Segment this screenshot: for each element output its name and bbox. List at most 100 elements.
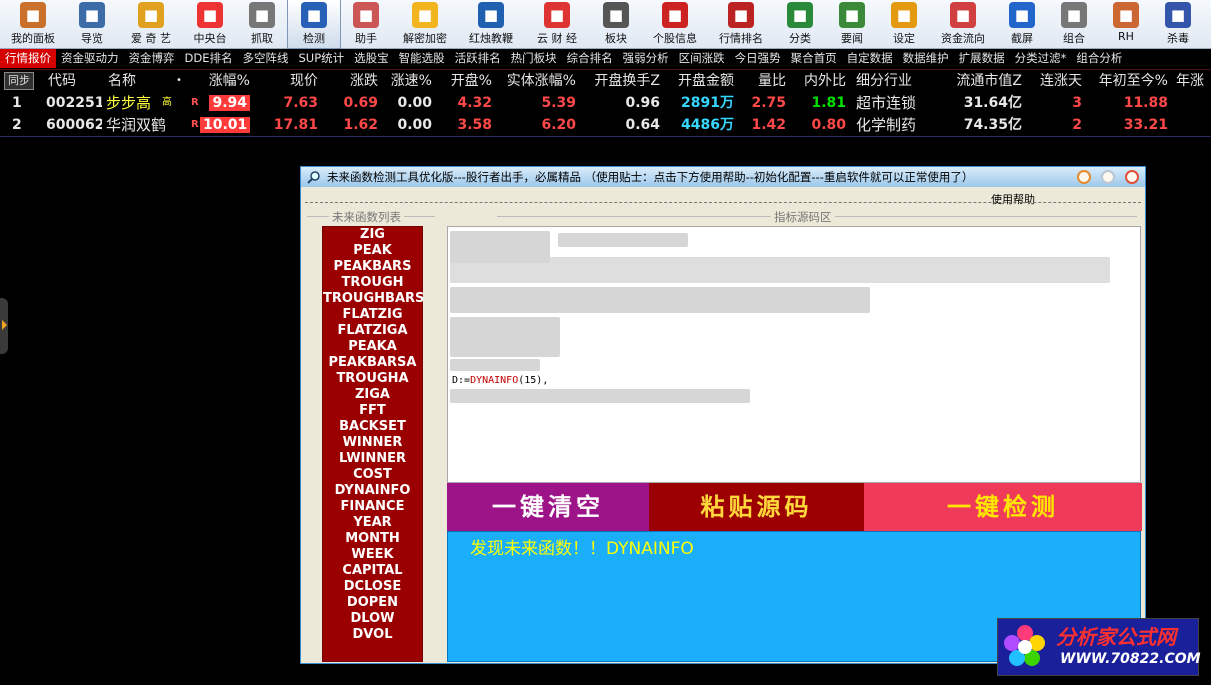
table-row[interactable]: 2 600062 华润双鹤 R 10.01 17.81 1.62 0.00 3.…	[0, 114, 1211, 137]
function-list-item[interactable]: TROUGH	[323, 275, 422, 291]
header-change[interactable]: 涨跌	[318, 70, 378, 92]
tab-3[interactable]: DDE排名	[180, 49, 238, 68]
header-open-pct[interactable]: 开盘%	[432, 70, 492, 92]
table-row[interactable]: 1 002251 步步高 高 R 9.94 7.63 0.69 0.00 4.3…	[0, 92, 1211, 115]
tab-6[interactable]: 选股宝	[349, 49, 394, 68]
maximize-icon[interactable]	[1101, 170, 1115, 184]
header-year[interactable]: 年涨	[1176, 70, 1211, 92]
toolbar-item-rh[interactable]: ■ RH	[1100, 0, 1152, 48]
function-list-item[interactable]: TROUGHBARS	[323, 291, 424, 307]
header-body-pct[interactable]: 实体涨幅%	[492, 70, 576, 92]
tab-18[interactable]: 分类过滤*	[1010, 49, 1072, 68]
dialog-titlebar[interactable]: 未来函数检测工具优化版---股行者出手，必属精品 （使用贴士：点击下方使用帮助-…	[301, 167, 1145, 187]
function-list-item[interactable]: PEAKBARSA	[323, 355, 422, 371]
function-list-item[interactable]: LWINNER	[323, 451, 422, 467]
function-list-item[interactable]: DCLOSE	[323, 579, 422, 595]
header-name[interactable]: 名称	[108, 70, 152, 92]
function-list-item[interactable]: COST	[323, 467, 422, 483]
header-code[interactable]: 代码	[48, 70, 88, 92]
toolbar-item-news[interactable]: ■ 个股信息	[642, 0, 708, 48]
toolbar-item-clock[interactable]: ■ 设定	[878, 0, 930, 48]
side-panel-toggle[interactable]	[0, 298, 8, 354]
tab-14[interactable]: 聚合首页	[786, 49, 842, 68]
help-link[interactable]: 使用帮助	[991, 191, 1035, 207]
header-float-cap[interactable]: 流通市值Z	[936, 70, 1022, 92]
header-speed[interactable]: 涨速%	[378, 70, 432, 92]
toolbar-item-money[interactable]: ■ 要闻	[826, 0, 878, 48]
tab-1[interactable]: 资金驱动力	[56, 49, 124, 68]
function-list-item[interactable]: CAPITAL	[323, 563, 422, 579]
tab-16[interactable]: 数据维护	[898, 49, 954, 68]
function-list-item[interactable]: FLATZIGA	[323, 323, 422, 339]
function-list-item[interactable]: YEAR	[323, 515, 422, 531]
function-list-item[interactable]: MONTH	[323, 531, 422, 547]
function-list-item[interactable]: PEAK	[323, 243, 422, 259]
header-open-amount[interactable]: 开盘金额	[660, 70, 734, 92]
tab-19[interactable]: 组合分析	[1071, 49, 1127, 68]
tab-15[interactable]: 自定数据	[842, 49, 898, 68]
function-list-item[interactable]: BACKSET	[323, 419, 422, 435]
function-list-item[interactable]: FINANCE	[323, 499, 422, 515]
tab-13[interactable]: 今日强势	[730, 49, 786, 68]
speed-cell: 0.00	[397, 117, 432, 133]
toolbar-item-person[interactable]: ■ 爱 奇 艺	[118, 0, 184, 48]
function-list-item[interactable]: ZIG	[323, 227, 422, 243]
sync-button[interactable]: 同步	[4, 72, 34, 90]
header-vol-ratio[interactable]: 量比	[734, 70, 786, 92]
tab-17[interactable]: 扩展数据	[954, 49, 1010, 68]
detect-button[interactable]: 一键检测	[864, 483, 1142, 531]
header-price[interactable]: 现价	[252, 70, 318, 92]
function-list-item[interactable]: DOPEN	[323, 595, 422, 611]
toolbar-item-cart[interactable]: ■ 截屏	[996, 0, 1048, 48]
toolbar-item-detect[interactable]: ■ 检测	[287, 0, 341, 49]
toolbar-item-helper[interactable]: ■ 助手	[340, 0, 392, 48]
header-industry[interactable]: 细分行业	[856, 70, 936, 92]
tab-7[interactable]: 智能选股	[394, 49, 450, 68]
tab-5[interactable]: SUP统计	[293, 49, 349, 68]
function-list-item[interactable]: DYNAINFO	[323, 483, 422, 499]
toolbar-item-antivirus[interactable]: ■ 杀毒	[1152, 0, 1204, 48]
function-list-item[interactable]: TROUGHA	[323, 371, 422, 387]
header-ytd[interactable]: 年初至今%	[1082, 70, 1168, 92]
function-list-item[interactable]: DLOW	[323, 611, 422, 627]
tab-11[interactable]: 强弱分析	[618, 49, 674, 68]
toolbar-item-chart[interactable]: ■ 云 财 经	[524, 0, 590, 48]
function-list[interactable]: ZIG PEAK PEAKBARS TROUGH TROUGHBARS FLATZIG FL…	[322, 226, 424, 662]
tab-10[interactable]: 综合排名	[562, 49, 618, 68]
minimize-icon[interactable]	[1077, 170, 1091, 184]
toolbar-item-smiley[interactable]: ■ 解密加密	[392, 0, 458, 48]
function-list-item[interactable]: ZIGA	[323, 387, 422, 403]
function-list-item[interactable]: WINNER	[323, 435, 422, 451]
toolbar-item-category[interactable]: ■ 分类	[774, 0, 826, 48]
paste-source-button[interactable]: 粘贴源码	[649, 483, 864, 531]
tab-12[interactable]: 区间涨跌	[674, 49, 730, 68]
function-list-item[interactable]: WEEK	[323, 547, 422, 563]
header-up-days[interactable]: 连涨天	[1022, 70, 1082, 92]
function-list-item[interactable]: PEAKBARS	[323, 259, 422, 275]
clear-button[interactable]: 一键清空	[447, 483, 649, 531]
tab-8[interactable]: 活跃排名	[450, 49, 506, 68]
function-list-item[interactable]: FFT	[323, 403, 422, 419]
toolbar-item-tv[interactable]: ■ 中央台	[184, 0, 236, 48]
tab-0[interactable]: 行情报价	[0, 49, 56, 68]
tab-9[interactable]: 热门板块	[506, 49, 562, 68]
function-list-item[interactable]: DVOL	[323, 627, 422, 643]
toolbar-item-grab[interactable]: ■ 抓取	[236, 0, 288, 48]
toolbar-item-flag[interactable]: ■ 红烛教鞭	[458, 0, 524, 48]
toolbar-item-printer[interactable]: ■ 板块	[590, 0, 642, 48]
category-icon: ■	[787, 2, 813, 28]
header-turnover[interactable]: 开盘换手Z	[576, 70, 660, 92]
tab-2[interactable]: 资金博弈	[124, 49, 180, 68]
toolbar-item-combine[interactable]: ■ 组合	[1048, 0, 1100, 48]
toolbar-item-ranking[interactable]: ■ 行情排名	[708, 0, 774, 48]
toolbar-item-flow[interactable]: ■ 资金流向	[930, 0, 996, 48]
function-list-item[interactable]: PEAKA	[323, 339, 422, 355]
source-code-area[interactable]: D:=DYNAINFO(15),	[447, 226, 1141, 483]
header-pct[interactable]: 涨幅%	[190, 70, 250, 92]
close-icon[interactable]	[1125, 170, 1139, 184]
toolbar-item-building[interactable]: ■ 导览	[66, 0, 118, 48]
header-in-out[interactable]: 内外比	[786, 70, 846, 92]
tab-4[interactable]: 多空阵线	[237, 49, 293, 68]
function-list-item[interactable]: FLATZIG	[323, 307, 422, 323]
toolbar-item-panel[interactable]: ■ 我的面板	[0, 0, 66, 48]
